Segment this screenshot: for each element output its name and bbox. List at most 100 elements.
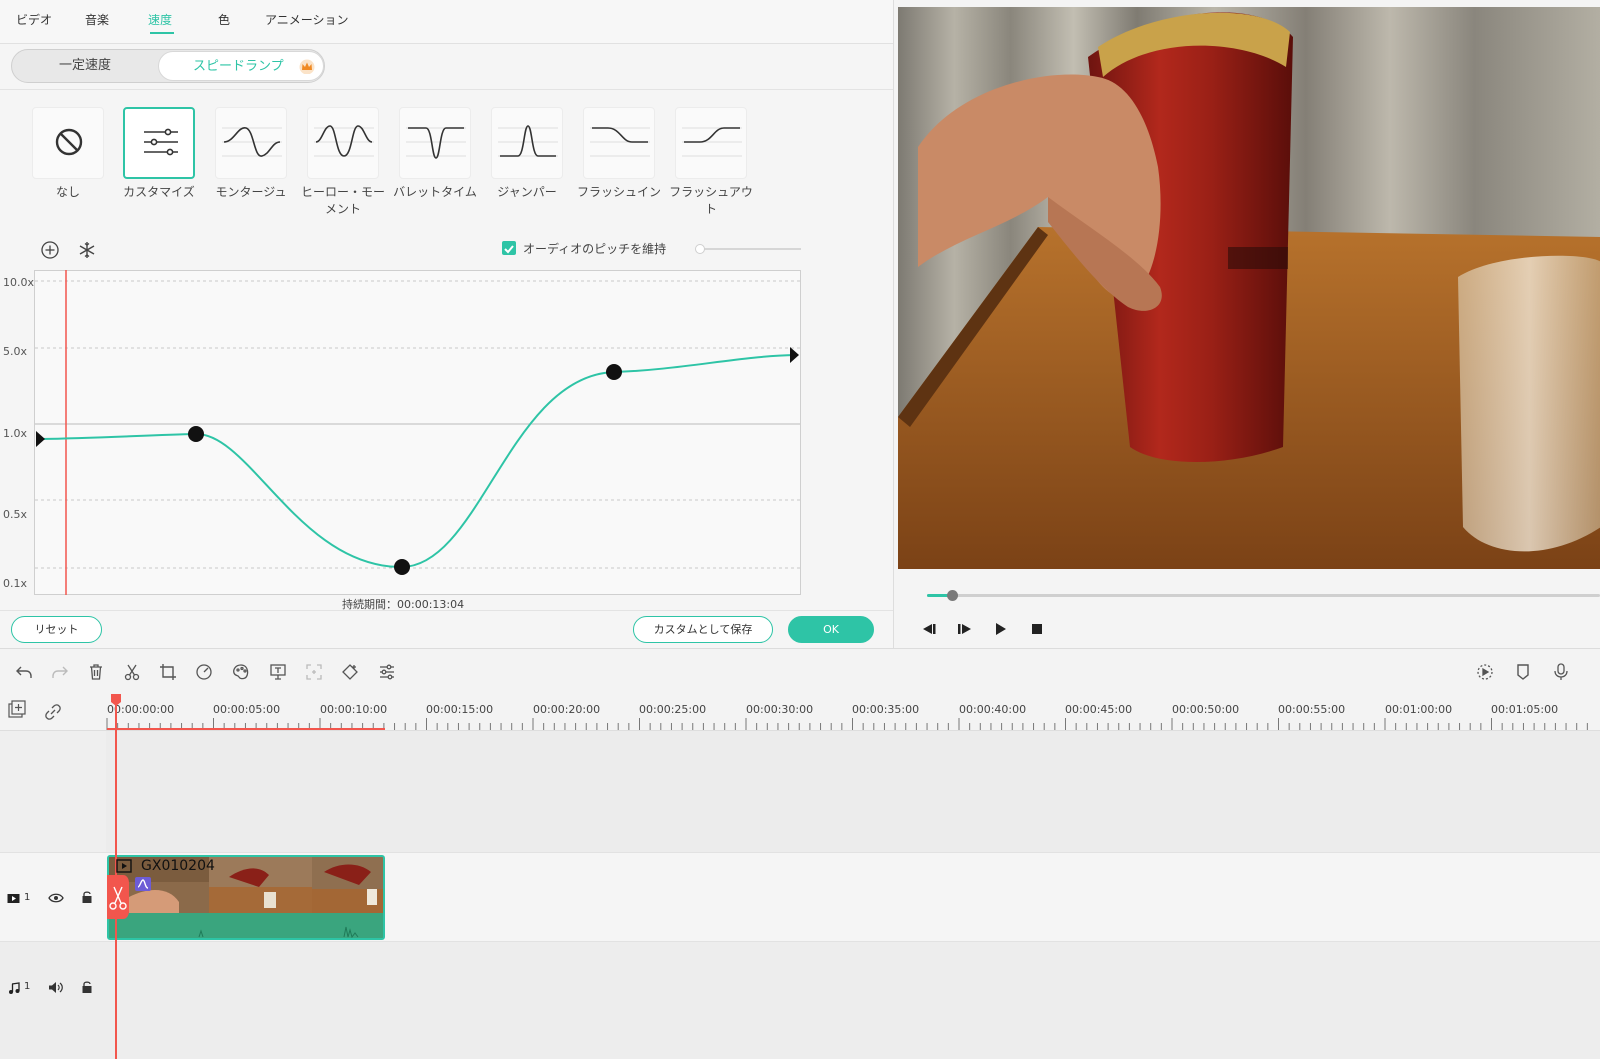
audio-track-number: 1 bbox=[24, 981, 31, 992]
split-scissors-icon[interactable] bbox=[107, 875, 129, 919]
save-custom-button[interactable]: カスタムとして保存 bbox=[633, 616, 773, 643]
none-icon bbox=[55, 128, 83, 156]
scrubber-thumb[interactable] bbox=[947, 590, 958, 601]
y-axis-label: 5.0x bbox=[3, 345, 28, 358]
preset-jumper[interactable]: ジャンパー bbox=[490, 107, 564, 201]
keyframe-point[interactable] bbox=[188, 426, 204, 442]
text-icon[interactable] bbox=[268, 662, 288, 682]
preset-customize[interactable]: カスタマイズ bbox=[122, 107, 196, 201]
ruler-time-label: 00:00:15:00 bbox=[426, 703, 494, 716]
preset-none[interactable]: なし bbox=[31, 107, 105, 201]
tab-color[interactable]: 色 bbox=[218, 11, 230, 28]
speed-panel: ビデオ 音楽 速度 色 アニメーション 一定速度 スピードランプ なし カスタマ… bbox=[0, 0, 893, 648]
preview-panel bbox=[893, 0, 1600, 648]
stop-icon[interactable] bbox=[1028, 620, 1046, 638]
scrubber-track bbox=[927, 594, 1600, 597]
clip-name: GX010204 bbox=[141, 858, 215, 874]
constant-speed-option[interactable]: 一定速度 bbox=[12, 50, 158, 82]
tab-music[interactable]: 音楽 bbox=[85, 11, 109, 28]
ruler-time-label: 00:00:45:00 bbox=[1065, 703, 1133, 716]
checkmark-icon bbox=[504, 245, 514, 254]
preset-thumbnail bbox=[307, 107, 379, 179]
undo-icon[interactable] bbox=[14, 662, 34, 682]
crop-icon[interactable] bbox=[158, 662, 178, 682]
ruler-time-label: 00:00:35:00 bbox=[852, 703, 920, 716]
preset-bullet-time[interactable]: バレットタイム bbox=[393, 107, 477, 201]
pitch-slider[interactable] bbox=[695, 243, 801, 255]
ruler-time-label: 00:00:25:00 bbox=[639, 703, 707, 716]
ruler-time-label: 00:00:40:00 bbox=[959, 703, 1027, 716]
sliders-icon bbox=[144, 128, 178, 156]
hero-moment-curve-icon bbox=[314, 125, 374, 157]
preset-thumbnail bbox=[399, 107, 471, 179]
montage-curve-icon bbox=[222, 127, 282, 157]
timeline-toolbar bbox=[0, 649, 1600, 695]
music-note-icon bbox=[9, 982, 20, 994]
jumper-curve-icon bbox=[498, 125, 558, 157]
preset-thumbnail bbox=[491, 107, 563, 179]
palette-icon[interactable] bbox=[231, 662, 251, 682]
adjust-icon[interactable] bbox=[377, 662, 397, 682]
time-ruler[interactable]: 00:00:00:00 00:00:05:00 00:00:10:00 00:0… bbox=[0, 695, 1600, 731]
pitch-label: オーディオのピッチを維持 bbox=[523, 242, 667, 256]
preview-scrubber[interactable] bbox=[927, 589, 1600, 601]
speed-ramp-badge-icon bbox=[135, 877, 151, 891]
prev-frame-icon[interactable] bbox=[920, 620, 938, 638]
keyframe-icon[interactable] bbox=[340, 662, 360, 682]
preset-label: フラッシュイン bbox=[576, 185, 661, 199]
snowflake-icon[interactable] bbox=[77, 240, 97, 260]
marker-icon[interactable] bbox=[1513, 662, 1533, 682]
preset-label: なし bbox=[55, 185, 80, 199]
next-frame-icon[interactable] bbox=[955, 620, 973, 638]
microphone-icon[interactable] bbox=[1551, 662, 1571, 682]
ruler-time-label: 00:00:50:00 bbox=[1172, 703, 1240, 716]
y-axis-label: 0.5x bbox=[3, 508, 28, 521]
eye-icon[interactable] bbox=[48, 892, 64, 904]
lock-icon[interactable] bbox=[81, 890, 93, 904]
ok-button[interactable]: OK bbox=[788, 616, 874, 643]
ruler-time-label: 00:00:55:00 bbox=[1278, 703, 1346, 716]
trash-icon[interactable] bbox=[86, 662, 106, 682]
reset-button[interactable]: リセット bbox=[11, 616, 102, 643]
keyframe-point[interactable] bbox=[394, 559, 410, 575]
slider-thumb[interactable] bbox=[695, 244, 705, 254]
speed-ramp-label: スピードランプ bbox=[193, 59, 284, 74]
scissors-icon[interactable] bbox=[122, 662, 142, 682]
speaker-icon[interactable] bbox=[48, 981, 64, 994]
redo-icon[interactable] bbox=[50, 662, 70, 682]
speed-icon[interactable] bbox=[194, 662, 214, 682]
preset-hero-moment[interactable]: ヒーロー・モーメント bbox=[301, 107, 385, 218]
video-track-number: 1 bbox=[24, 892, 31, 903]
preset-thumbnail bbox=[583, 107, 655, 179]
ruler-time-label: 00:01:00:00 bbox=[1385, 703, 1453, 716]
tab-speed[interactable]: 速度 bbox=[148, 11, 172, 28]
active-tab-indicator bbox=[150, 32, 174, 34]
bullet-time-curve-icon bbox=[406, 127, 466, 159]
tab-video[interactable]: ビデオ bbox=[16, 11, 52, 28]
preset-flash-in[interactable]: フラッシュイン bbox=[577, 107, 661, 201]
preset-label: フラッシュアウト bbox=[669, 185, 753, 216]
plus-circle-icon[interactable] bbox=[40, 240, 60, 260]
timeline-panel: 00:00:00:00 00:00:05:00 00:00:10:00 00:0… bbox=[0, 648, 1600, 1059]
crown-icon bbox=[299, 59, 315, 74]
preset-flash-out[interactable]: フラッシュアウト bbox=[669, 107, 753, 218]
ruler-time-label: 00:00:30:00 bbox=[746, 703, 814, 716]
pitch-checkbox[interactable] bbox=[502, 241, 516, 255]
y-axis-label: 0.1x bbox=[3, 577, 28, 590]
lock-icon[interactable] bbox=[81, 980, 93, 994]
zoom-fit-icon[interactable] bbox=[304, 662, 324, 682]
speed-ramp-option[interactable]: スピードランプ bbox=[158, 51, 324, 81]
preset-thumbnail bbox=[123, 107, 195, 179]
tab-animation[interactable]: アニメーション bbox=[265, 11, 349, 28]
audio-track: 1 bbox=[0, 942, 1600, 1059]
video-clip[interactable]: GX010204 bbox=[107, 855, 385, 940]
play-icon[interactable] bbox=[991, 620, 1009, 638]
render-icon[interactable] bbox=[1475, 662, 1495, 682]
speed-curve-graph[interactable] bbox=[0, 268, 810, 598]
ruler-time-label: 00:01:05:00 bbox=[1491, 703, 1559, 716]
ruler-time-label: 00:00:05:00 bbox=[213, 703, 281, 716]
empty-track-area[interactable] bbox=[106, 731, 1600, 852]
preset-montage[interactable]: モンタージュ bbox=[214, 107, 288, 201]
keyframe-point[interactable] bbox=[606, 364, 622, 380]
playhead-handle[interactable] bbox=[110, 693, 122, 707]
